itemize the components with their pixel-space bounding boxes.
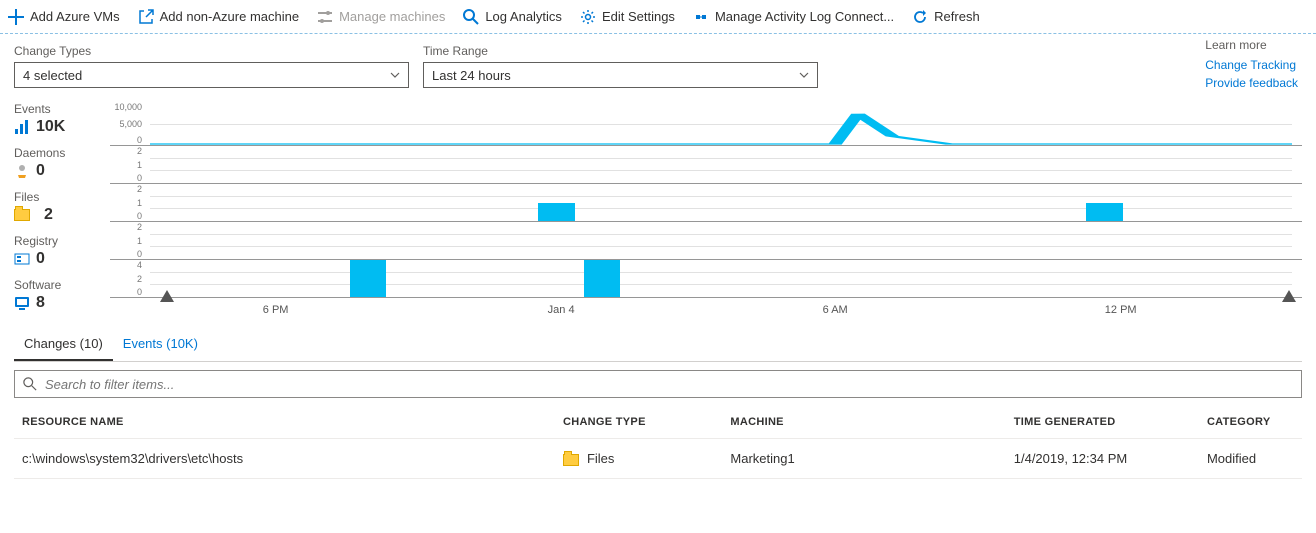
daemons-stat: Daemons 0	[14, 146, 110, 180]
search-row	[0, 362, 1316, 406]
tabs: Changes (10) Events (10K)	[14, 328, 1302, 362]
stats-column: Events 10K Daemons 0 Files 2 Registry	[14, 102, 110, 322]
refresh-icon	[912, 9, 928, 25]
table-row[interactable]: c:\windows\system32\drivers\etc\hosts Fi…	[14, 439, 1302, 479]
chevron-down-icon	[799, 70, 809, 80]
label: Manage Activity Log Connect...	[715, 9, 894, 24]
time-range-dropdown[interactable]: Last 24 hours	[423, 62, 818, 88]
col-resource[interactable]: RESOURCE NAME	[14, 406, 555, 439]
range-handle-left[interactable]	[160, 290, 174, 302]
col-change-type[interactable]: CHANGE TYPE	[555, 406, 722, 439]
col-machine[interactable]: MACHINE	[722, 406, 1005, 439]
stat-label: Software	[14, 278, 110, 292]
label: Log Analytics	[485, 9, 562, 24]
software-chart[interactable]: 420	[110, 260, 1302, 298]
time-range-filter: Time Range Last 24 hours	[423, 44, 818, 88]
software-stat: Software 8	[14, 278, 110, 312]
search-icon	[463, 9, 479, 25]
change-types-dropdown[interactable]: 4 selected	[14, 62, 409, 88]
registry-stat: Registry 0	[14, 234, 110, 268]
time-axis: 6 PM Jan 4 6 AM 12 PM	[150, 298, 1292, 322]
stat-value: 8	[36, 294, 45, 312]
daemons-chart[interactable]: 210	[110, 146, 1302, 184]
label: Edit Settings	[602, 9, 675, 24]
filter-label: Time Range	[423, 44, 818, 58]
registry-icon	[14, 251, 30, 267]
sliders-icon	[317, 9, 333, 25]
connection-icon	[693, 9, 709, 25]
charts-column: 10,0005,0000 210 210	[110, 102, 1302, 322]
files-stat: Files 2	[14, 190, 110, 224]
chevron-down-icon	[390, 70, 400, 80]
manage-machines-button: Manage machines	[317, 9, 445, 25]
service-icon	[14, 163, 30, 179]
label: Add Azure VMs	[30, 9, 120, 24]
header-row: RESOURCE NAME CHANGE TYPE MACHINE TIME G…	[14, 406, 1302, 439]
plus-icon	[8, 9, 24, 25]
chart-area: Events 10K Daemons 0 Files 2 Registry	[0, 88, 1316, 322]
bar-chart-icon	[14, 119, 30, 135]
learn-more-header: Learn more	[1205, 38, 1298, 52]
edit-settings-button[interactable]: Edit Settings	[580, 9, 675, 25]
tab-events[interactable]: Events (10K)	[113, 328, 208, 361]
cell-category: Modified	[1199, 439, 1302, 479]
provide-feedback-link[interactable]: Provide feedback	[1205, 76, 1298, 90]
search-icon	[23, 377, 37, 391]
events-stat: Events 10K	[14, 102, 110, 136]
stat-value: 2	[44, 206, 53, 224]
cell-change-type: Files	[555, 439, 722, 479]
add-azure-vms-button[interactable]: Add Azure VMs	[8, 9, 120, 25]
cell-resource: c:\windows\system32\drivers\etc\hosts	[14, 439, 555, 479]
stat-label: Daemons	[14, 146, 110, 160]
cell-machine: Marketing1	[722, 439, 1005, 479]
stat-label: Files	[14, 190, 110, 204]
label: Manage machines	[339, 9, 445, 24]
label: Refresh	[934, 9, 980, 24]
col-category[interactable]: CATEGORY	[1199, 406, 1302, 439]
add-non-azure-button[interactable]: Add non-Azure machine	[138, 9, 299, 25]
search-input[interactable]	[43, 376, 1293, 393]
events-line	[150, 102, 1292, 145]
files-chart[interactable]: 210	[110, 184, 1302, 222]
external-icon	[138, 9, 154, 25]
gear-icon	[580, 9, 596, 25]
toolbar: Add Azure VMs Add non-Azure machine Mana…	[0, 0, 1316, 34]
stat-label: Events	[14, 102, 110, 116]
label: Add non-Azure machine	[160, 9, 299, 24]
registry-chart[interactable]: 210	[110, 222, 1302, 260]
dropdown-value: Last 24 hours	[432, 68, 511, 83]
stat-value: 0	[36, 250, 45, 268]
filter-label: Change Types	[14, 44, 409, 58]
range-handle-right[interactable]	[1282, 290, 1296, 302]
stat-label: Registry	[14, 234, 110, 248]
results-table: RESOURCE NAME CHANGE TYPE MACHINE TIME G…	[14, 406, 1302, 479]
folder-icon	[563, 454, 579, 466]
change-tracking-link[interactable]: Change Tracking	[1205, 58, 1298, 72]
learn-more-panel: Learn more Change Tracking Provide feedb…	[1205, 38, 1298, 94]
refresh-button[interactable]: Refresh	[912, 9, 980, 25]
dropdown-value: 4 selected	[23, 68, 82, 83]
stat-value: 10K	[36, 118, 65, 136]
software-icon	[14, 295, 30, 311]
filters-row: Change Types 4 selected Time Range Last …	[0, 34, 1316, 88]
change-types-filter: Change Types 4 selected	[14, 44, 409, 88]
tab-changes[interactable]: Changes (10)	[14, 328, 113, 361]
log-analytics-button[interactable]: Log Analytics	[463, 9, 562, 25]
search-box[interactable]	[14, 370, 1302, 398]
stat-value: 0	[36, 162, 45, 180]
col-time[interactable]: TIME GENERATED	[1006, 406, 1199, 439]
cell-time: 1/4/2019, 12:34 PM	[1006, 439, 1199, 479]
manage-activity-button[interactable]: Manage Activity Log Connect...	[693, 9, 894, 25]
folder-icon	[14, 209, 30, 221]
events-chart[interactable]: 10,0005,0000	[110, 102, 1302, 146]
